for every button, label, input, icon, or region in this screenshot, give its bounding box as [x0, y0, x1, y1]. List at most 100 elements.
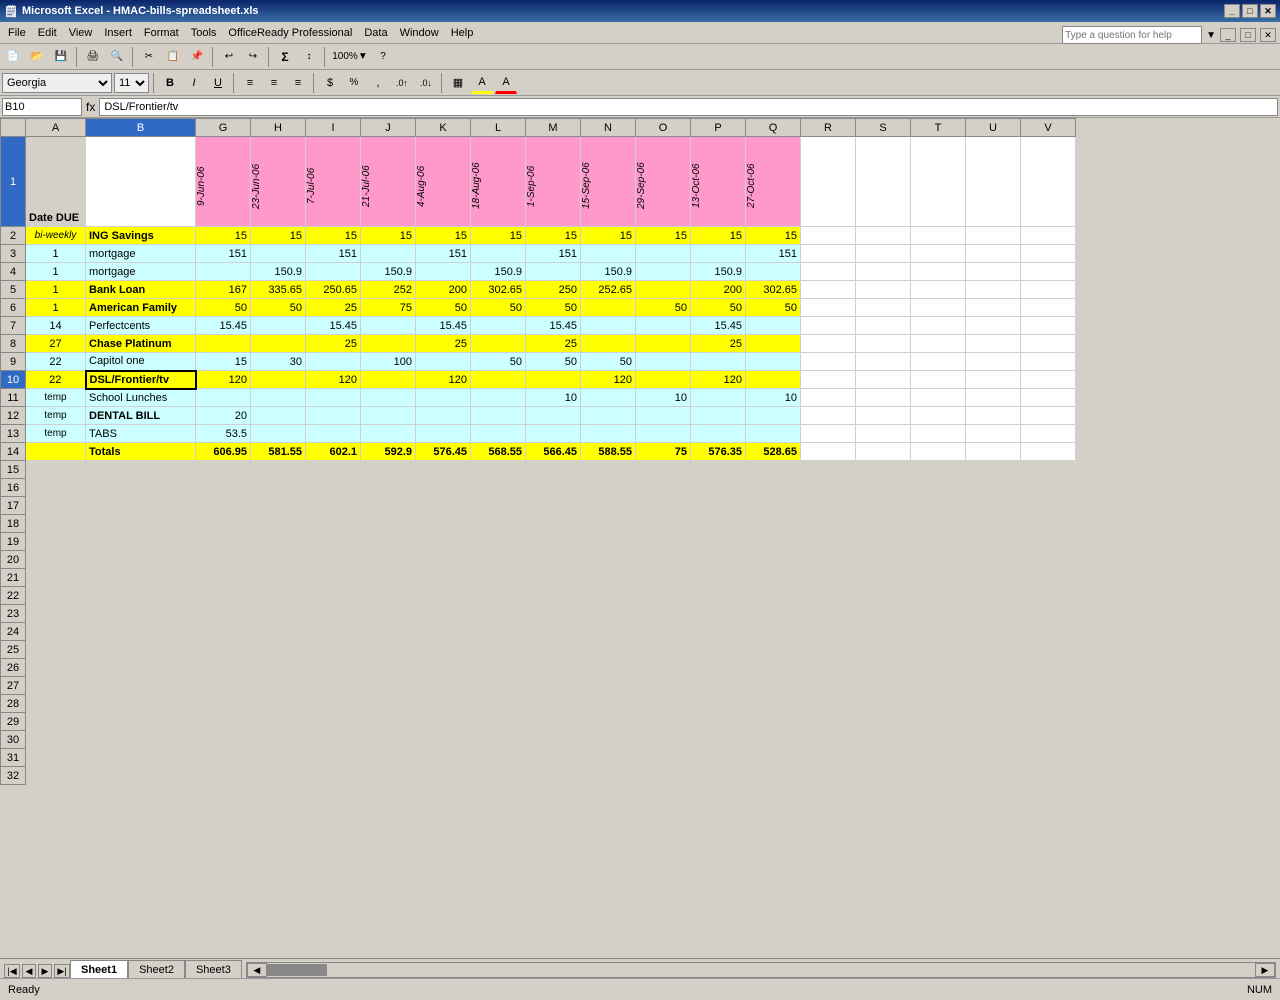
- cell-S6[interactable]: [856, 299, 911, 317]
- preview-btn[interactable]: 🔍: [106, 46, 128, 68]
- window-min-btn[interactable]: _: [1220, 28, 1236, 42]
- cell-P5[interactable]: 200: [691, 281, 746, 299]
- cell-P4[interactable]: 150.9: [691, 263, 746, 281]
- menu-tools[interactable]: Tools: [185, 25, 223, 41]
- cell-L8[interactable]: [471, 335, 526, 353]
- cell-G10[interactable]: 120: [196, 371, 251, 389]
- save-btn[interactable]: 💾: [50, 46, 72, 68]
- cell-R2[interactable]: [801, 227, 856, 245]
- cell-U9[interactable]: [966, 353, 1021, 371]
- cell-J3[interactable]: [361, 245, 416, 263]
- cell-A13[interactable]: temp: [26, 425, 86, 443]
- cell-S14[interactable]: [856, 443, 911, 461]
- size-select[interactable]: 11: [114, 73, 149, 93]
- cell-M13[interactable]: [526, 425, 581, 443]
- cell-K5[interactable]: 200: [416, 281, 471, 299]
- italic-btn[interactable]: I: [183, 72, 205, 94]
- cell-B2[interactable]: ING Savings: [86, 227, 196, 245]
- cell-V9[interactable]: [1021, 353, 1076, 371]
- cell-U12[interactable]: [966, 407, 1021, 425]
- cell-G3[interactable]: 151: [196, 245, 251, 263]
- menu-window[interactable]: Window: [394, 25, 445, 41]
- cell-K3[interactable]: 151: [416, 245, 471, 263]
- cell-B8[interactable]: Chase Platinum: [86, 335, 196, 353]
- rows-container[interactable]: A B G H I J K L M N O P Q R S: [0, 118, 1280, 943]
- cell-H8[interactable]: [251, 335, 306, 353]
- col-header-S[interactable]: S: [856, 119, 911, 137]
- redo-btn[interactable]: ↪: [242, 46, 264, 68]
- col-header-J[interactable]: J: [361, 119, 416, 137]
- cell-I6[interactable]: 25: [306, 299, 361, 317]
- cell-S1[interactable]: [856, 137, 911, 227]
- cell-O7[interactable]: [636, 317, 691, 335]
- col-header-U[interactable]: U: [966, 119, 1021, 137]
- cell-L12[interactable]: [471, 407, 526, 425]
- menu-format[interactable]: Format: [138, 25, 185, 41]
- cell-P3[interactable]: [691, 245, 746, 263]
- col-header-B[interactable]: B: [86, 119, 196, 137]
- cell-U8[interactable]: [966, 335, 1021, 353]
- cell-R10[interactable]: [801, 371, 856, 389]
- cell-K12[interactable]: [416, 407, 471, 425]
- cell-U13[interactable]: [966, 425, 1021, 443]
- cell-T6[interactable]: [911, 299, 966, 317]
- cell-U3[interactable]: [966, 245, 1021, 263]
- cell-S8[interactable]: [856, 335, 911, 353]
- cell-I11[interactable]: [306, 389, 361, 407]
- cell-T5[interactable]: [911, 281, 966, 299]
- cell-T4[interactable]: [911, 263, 966, 281]
- cell-O3[interactable]: [636, 245, 691, 263]
- cell-B3[interactable]: mortgage: [86, 245, 196, 263]
- cell-Q10[interactable]: [746, 371, 801, 389]
- cell-G5[interactable]: 167: [196, 281, 251, 299]
- cell-Q4[interactable]: [746, 263, 801, 281]
- horizontal-scrollbar[interactable]: ◀ ▶: [246, 962, 1276, 978]
- cell-N13[interactable]: [581, 425, 636, 443]
- close-button[interactable]: ✕: [1260, 4, 1276, 18]
- cell-N9[interactable]: 50: [581, 353, 636, 371]
- cell-M3[interactable]: 151: [526, 245, 581, 263]
- cell-P11[interactable]: [691, 389, 746, 407]
- window-close-btn[interactable]: ✕: [1260, 28, 1276, 42]
- menu-officeready[interactable]: OfficeReady Professional: [222, 25, 358, 41]
- cell-T9[interactable]: [911, 353, 966, 371]
- cell-L2[interactable]: 15: [471, 227, 526, 245]
- col-header-R[interactable]: R: [801, 119, 856, 137]
- cell-H4[interactable]: 150.9: [251, 263, 306, 281]
- cell-I14[interactable]: 602.1: [306, 443, 361, 461]
- cell-O11[interactable]: 10: [636, 389, 691, 407]
- cell-U6[interactable]: [966, 299, 1021, 317]
- menu-insert[interactable]: Insert: [98, 25, 138, 41]
- cell-V2[interactable]: [1021, 227, 1076, 245]
- cell-U11[interactable]: [966, 389, 1021, 407]
- cell-V1[interactable]: [1021, 137, 1076, 227]
- cell-R1[interactable]: [801, 137, 856, 227]
- cell-V5[interactable]: [1021, 281, 1076, 299]
- align-right-btn[interactable]: ≡: [287, 72, 309, 94]
- cell-M1[interactable]: 1-Sep-06: [526, 137, 581, 227]
- cell-O6[interactable]: 50: [636, 299, 691, 317]
- cell-U7[interactable]: [966, 317, 1021, 335]
- font-select[interactable]: Georgia: [2, 73, 112, 93]
- cell-A4[interactable]: 1: [26, 263, 86, 281]
- cell-B14[interactable]: Totals: [86, 443, 196, 461]
- cell-B7[interactable]: Perfectcents: [86, 317, 196, 335]
- cell-J10[interactable]: [361, 371, 416, 389]
- cell-T12[interactable]: [911, 407, 966, 425]
- cell-V3[interactable]: [1021, 245, 1076, 263]
- cell-L7[interactable]: [471, 317, 526, 335]
- col-header-V[interactable]: V: [1021, 119, 1076, 137]
- cell-U14[interactable]: [966, 443, 1021, 461]
- cell-I2[interactable]: 15: [306, 227, 361, 245]
- help2-btn[interactable]: ?: [372, 46, 394, 68]
- cell-S7[interactable]: [856, 317, 911, 335]
- cell-T13[interactable]: [911, 425, 966, 443]
- col-header-M[interactable]: M: [526, 119, 581, 137]
- cell-N8[interactable]: [581, 335, 636, 353]
- name-box[interactable]: B10: [2, 98, 82, 116]
- cell-N6[interactable]: [581, 299, 636, 317]
- cell-J4[interactable]: 150.9: [361, 263, 416, 281]
- cell-N11[interactable]: [581, 389, 636, 407]
- col-header-O[interactable]: O: [636, 119, 691, 137]
- cell-N7[interactable]: [581, 317, 636, 335]
